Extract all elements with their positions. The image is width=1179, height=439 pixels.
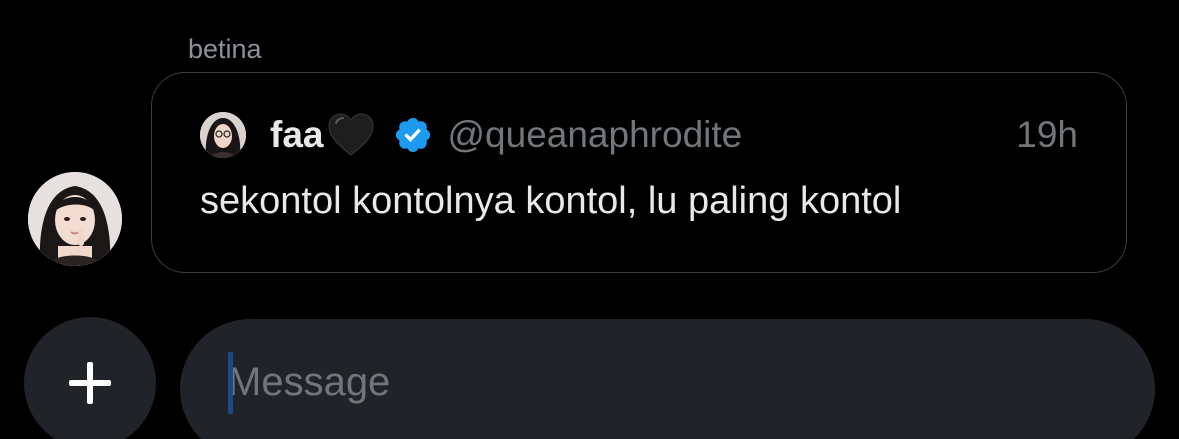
- tweet-text: sekontol kontolnya kontol, lu paling kon…: [200, 180, 902, 222]
- author-name[interactable]: faa: [270, 113, 323, 157]
- add-attachment-button[interactable]: [24, 317, 156, 439]
- plus-icon: [69, 362, 111, 404]
- dm-conversation-view: betina faa @queanaphrodite 19h sekontol …: [0, 0, 1179, 439]
- message-input[interactable]: [228, 351, 1088, 413]
- black-heart-icon: [327, 113, 375, 157]
- sender-name: betina: [188, 34, 262, 64]
- text-caret: [228, 352, 233, 414]
- tweet-timestamp[interactable]: 19h: [1016, 113, 1078, 157]
- author-avatar-photo: [200, 112, 246, 158]
- message-composer: [180, 319, 1155, 439]
- avatar-photo: [28, 172, 122, 266]
- tweet-header: faa @queanaphrodite 19h: [200, 111, 1078, 159]
- author-avatar[interactable]: [200, 112, 246, 158]
- quoted-tweet-card[interactable]: faa @queanaphrodite 19h sekontol kontoln…: [151, 72, 1127, 273]
- sender-avatar[interactable]: [28, 172, 122, 266]
- verified-badge-icon: [393, 115, 433, 155]
- author-handle[interactable]: @queanaphrodite: [447, 113, 742, 157]
